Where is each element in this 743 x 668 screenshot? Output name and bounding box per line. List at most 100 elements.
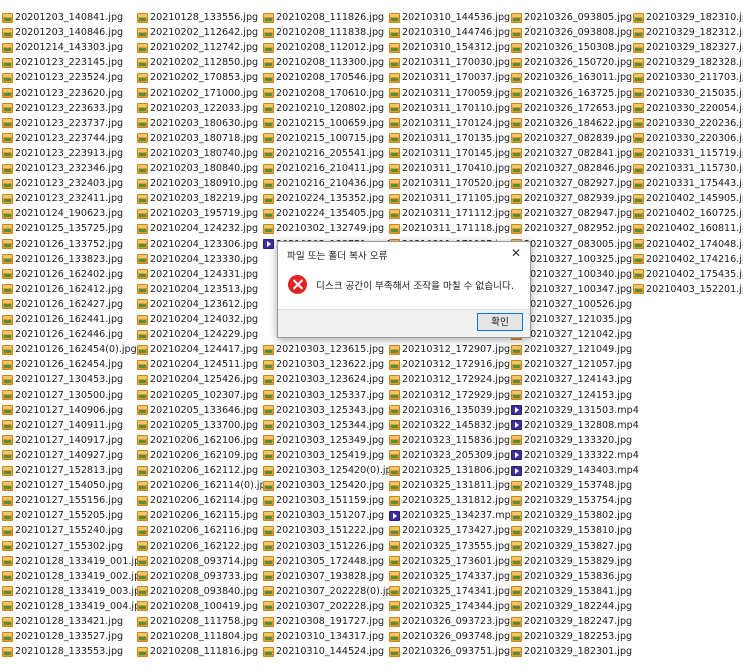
file-item[interactable]: 20210325_131806.jpg [389,463,510,478]
file-item[interactable]: 20210126_133823.jpg [2,252,123,267]
file-item[interactable]: 20210402_175435.jpg [633,267,743,282]
file-item[interactable]: 20210216_210411.jpg [263,161,384,176]
file-item[interactable]: 20210330_220306.jpg [633,131,743,146]
file-item[interactable]: 20201203_140841.jpg [2,10,123,25]
file-item[interactable]: 20210311_171105.jpg [389,191,510,206]
file-item[interactable]: 20210327_124153.jpg [511,388,632,403]
file-item[interactable]: 20210128_133419_003.jpg [2,584,146,599]
file-item[interactable]: 20210128_133419_001.jpg [2,554,146,569]
file-item[interactable]: 20210127_152813.jpg [2,463,123,478]
file-item[interactable]: 20210322_145832.jpg [389,418,510,433]
file-item[interactable]: 20210327_082947.jpg [511,206,632,221]
file-item[interactable]: 20210329_153841.jpg [511,584,632,599]
file-item[interactable]: 20210215_100659.jpg [263,116,384,131]
file-item[interactable]: 20210210_120802.jpg [263,101,384,116]
file-item[interactable]: 20210329_182301.jpg [511,644,632,659]
file-item[interactable]: 20210310_144746.jpg [389,25,510,40]
file-item[interactable]: 20210127_155240.jpg [2,523,123,538]
file-item[interactable]: 20210124_190623.jpg [2,206,123,221]
file-item[interactable]: 20210204_124032.jpg [137,312,258,327]
file-item[interactable]: 20210402_174048.jpg [633,237,743,252]
file-item[interactable]: 20210331_115719.jpg [633,146,743,161]
file-item[interactable]: 20210329_182327.jpg [633,40,743,55]
file-item[interactable]: 20210303_125344.jpg [263,418,384,433]
file-item[interactable]: 20210208_113300.jpg [263,55,384,70]
file-item[interactable]: 20210123_223633.jpg [2,101,123,116]
file-item[interactable]: 20210128_133419_004.jpg [2,599,146,614]
file-item[interactable]: 20210215_100715.jpg [263,131,384,146]
file-item[interactable]: 20210326_172653.jpg [511,101,632,116]
file-item[interactable]: 20210303_125420.jpg [263,478,384,493]
file-item[interactable]: 20210204_124331.jpg [137,267,258,282]
file-item[interactable]: 20210312_172929.jpg [389,388,510,403]
file-item[interactable]: 20210329_133322.mp4 [511,448,639,463]
file-item[interactable]: 20210325_173555.jpg [389,539,510,554]
file-item[interactable]: 20210204_124511.jpg [137,357,258,372]
file-item[interactable]: 20210325_173601.jpg [389,554,510,569]
file-item[interactable]: 20210312_172924.jpg [389,372,510,387]
file-item[interactable]: 20210204_124229.jpg [137,327,258,342]
file-item[interactable]: 20210327_082952.jpg [511,221,632,236]
file-item[interactable]: 20210127_140906.jpg [2,403,123,418]
file-item[interactable]: 20210208_170610.jpg [263,86,384,101]
file-item[interactable]: 20210204_123306.jpg [137,237,258,252]
file-item[interactable]: 20210204_124417.jpg [137,342,258,357]
file-item[interactable]: 20210311_170145.jpg [389,146,510,161]
file-item[interactable]: 20210330_215035.jpg [633,86,743,101]
file-item[interactable]: 20210311_170059.jpg [389,86,510,101]
file-item[interactable]: 20210204_125426.jpg [137,372,258,387]
file-item[interactable]: 20210203_180630.jpg [137,116,258,131]
file-item[interactable]: 20210311_170135.jpg [389,131,510,146]
file-item[interactable]: 20210203_182219.jpg [137,191,258,206]
file-item[interactable]: 20210303_123622.jpg [263,357,384,372]
file-item[interactable]: 20210303_151159.jpg [263,493,384,508]
file-item[interactable]: 20210123_223737.jpg [2,116,123,131]
file-item[interactable]: 20210127_130453.jpg [2,372,123,387]
file-item[interactable]: 20210127_155302.jpg [2,539,123,554]
file-item[interactable]: 20210327_124143.jpg [511,372,632,387]
file-item[interactable]: 20210203_180740.jpg [137,146,258,161]
file-item[interactable]: 20210307_193828.jpg [263,569,384,584]
file-item[interactable]: 20210123_223524.jpg [2,70,123,85]
file-item[interactable]: 20210326_093723.jpg [389,614,510,629]
file-item[interactable]: 20210206_162114(0).jpg [137,478,272,493]
file-item[interactable]: 20210123_232346.jpg [2,161,123,176]
file-item[interactable]: 20210123_223145.jpg [2,55,123,70]
file-item[interactable]: 20201214_143303.jpg [2,40,123,55]
file-item[interactable]: 20210330_220236.jpg [633,116,743,131]
file-item[interactable]: 20210208_093714.jpg [137,554,258,569]
file-item[interactable]: 20210402_145905.jpg [633,191,743,206]
file-item[interactable]: 20210126_162446.jpg [2,327,123,342]
file-item[interactable]: 20210402_160811.jpg [633,221,743,236]
file-item[interactable]: 20210123_232411.jpg [2,191,123,206]
file-item[interactable]: 20210127_154050.jpg [2,478,123,493]
file-item[interactable]: 20210126_162454(0).jpg [2,342,137,357]
file-item[interactable]: 20210208_170546.jpg [263,70,384,85]
file-item[interactable]: 20210329_153754.jpg [511,493,632,508]
file-item[interactable]: 20210326_093751.jpg [389,644,510,659]
file-item[interactable]: 20210202_112642.jpg [137,25,258,40]
file-item[interactable]: 20210327_082839.jpg [511,131,632,146]
file-item[interactable]: 20210311_170037.jpg [389,70,510,85]
file-item[interactable]: 20210302_132749.jpg [263,221,384,236]
file-item[interactable]: 20210205_102307.jpg [137,388,258,403]
file-item[interactable]: 20210224_135405.jpg [263,206,384,221]
file-item[interactable]: 20210331_175443.jpg [633,176,743,191]
file-item[interactable]: 20210123_223620.jpg [2,86,123,101]
file-item[interactable]: 20210303_125337.jpg [263,388,384,403]
file-item[interactable]: 20210203_180718.jpg [137,131,258,146]
file-item[interactable]: 20210216_210436.jpg [263,176,384,191]
file-item[interactable]: 20210327_082927.jpg [511,176,632,191]
file-item[interactable]: 20210326_184622.jpg [511,116,632,131]
file-item[interactable]: 20210327_082841.jpg [511,146,632,161]
file-item[interactable]: 20210202_170853.jpg [137,70,258,85]
file-item[interactable]: 20210204_123330.jpg [137,252,258,267]
file-item[interactable]: 20210126_133752.jpg [2,237,123,252]
file-item[interactable]: 20210303_123624.jpg [263,372,384,387]
file-item[interactable]: 20210312_172907.jpg [389,342,510,357]
file-item[interactable]: 20210311_171118.jpg [389,221,510,236]
file-item[interactable]: 20210206_162109.jpg [137,448,258,463]
file-item[interactable]: 20210329_182244.jpg [511,599,632,614]
file-item[interactable]: 20210325_131812.jpg [389,493,510,508]
file-item[interactable]: 20210126_162454.jpg [2,357,123,372]
